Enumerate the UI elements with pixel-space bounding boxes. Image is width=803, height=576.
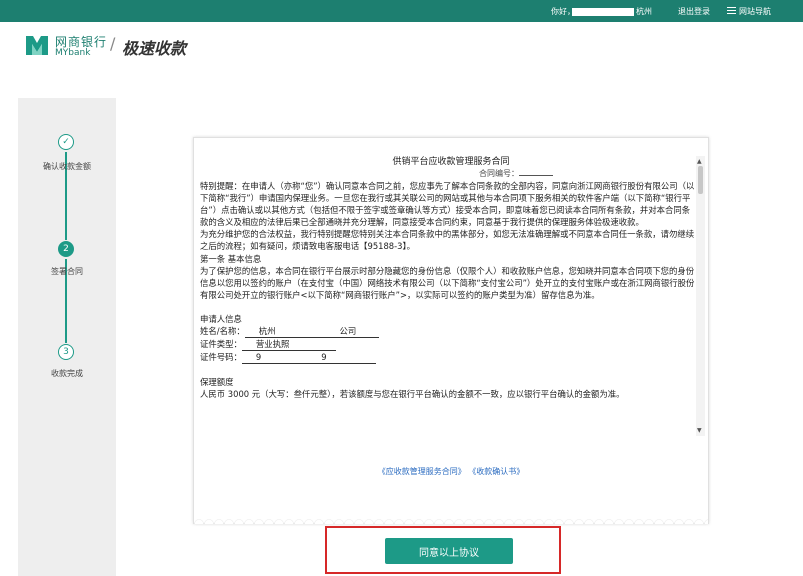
contract-links: 《应收款管理服务合同》 《收款确认书》 <box>194 466 708 477</box>
scroll-up-arrow-icon[interactable]: ▲ <box>697 158 702 165</box>
id-number-text: 9 <box>255 352 262 363</box>
service-contract-link[interactable]: 《应收款管理服务合同》 <box>378 467 466 476</box>
contract-number: 合同编号： <box>479 168 553 179</box>
contract-number-label: 合同编号： <box>479 169 519 178</box>
header-separator: / <box>110 34 116 53</box>
page-header: 网商银行 MYbank / 极速收款 <box>0 22 803 72</box>
paper-edge-decoration <box>194 516 708 524</box>
contract-text-scroll-area[interactable]: 特别提醒：在申请人（亦称“您”）确认同意本合同之前，您应事先了解本合同条款的全部… <box>200 180 696 436</box>
scroll-down-arrow-icon[interactable]: ▼ <box>697 427 702 434</box>
masked-username <box>572 8 634 16</box>
contract-scrollbar[interactable]: ▲ ▼ <box>696 156 705 436</box>
id-number-label: 证件号码： <box>200 352 242 363</box>
contract-paragraph: 第一条 基本信息 <box>200 253 262 264</box>
factoring-heading: 保理额度 <box>200 377 234 388</box>
contract-title: 供销平台应收款管理服务合同 <box>392 157 510 167</box>
page-title: 极速收款 <box>122 39 187 58</box>
id-number-tail: 9 <box>321 352 327 363</box>
applicant-heading: 申请人信息 <box>200 313 242 324</box>
name-suffix: 公司 <box>339 326 357 337</box>
applicant-name-row: 姓名/名称： 杭州 公司 <box>200 325 696 339</box>
contract-paragraph: 特别提醒：在申请人（亦称“您”）确认同意本合同之前，您应事先了解本合同条款的全部… <box>200 181 695 228</box>
contract-number-blank <box>519 168 553 176</box>
id-number-value: 99 <box>241 351 376 365</box>
name-value-text: 杭州 <box>258 326 276 337</box>
name-value: 杭州 公司 <box>244 325 379 339</box>
id-type-value: 营业执照 <box>241 338 336 352</box>
step-2-indicator: 2 <box>58 241 74 257</box>
agree-button[interactable]: 同意以上协议 <box>385 538 513 564</box>
step-1-check-icon: ✓ <box>58 134 74 150</box>
logout-link[interactable]: 退出登录 <box>678 6 710 17</box>
site-nav-link[interactable]: 网站导航 <box>739 6 771 17</box>
step-3-label: 收款完成 <box>51 369 83 378</box>
mybank-logo-icon <box>26 36 48 55</box>
top-bar: 你好， 杭州 退出登录 网站导航 <box>0 0 803 22</box>
step-1-label: 确认收款金额 <box>43 162 91 171</box>
name-label: 姓名/名称： <box>200 326 245 337</box>
hamburger-icon[interactable] <box>727 7 736 15</box>
scrollbar-thumb[interactable] <box>698 166 703 194</box>
logo-english-name: MYbank <box>55 48 91 58</box>
id-type-row: 证件类型： 营业执照 <box>200 338 696 352</box>
id-type-label: 证件类型： <box>200 339 242 350</box>
receipt-confirmation-link[interactable]: 《收款确认书》 <box>468 467 524 476</box>
id-number-row: 证件号码： 9 9 <box>200 351 696 365</box>
contract-paragraph: 为充分维护您的合法权益，我行特别提醒您特别关注本合同条款中的黑体部分，如您无法准… <box>200 229 695 252</box>
factoring-line: 人民币 3000 元（大写：叁仟元整），若该额度与您在银行平台确认的金额不一致，… <box>200 389 625 400</box>
step-3-indicator: 3 <box>58 344 74 360</box>
greeting-tail: 杭州 <box>636 7 652 16</box>
contract-document: 供销平台应收款管理服务合同 合同编号： 特别提醒：在申请人（亦称“您”）确认同意… <box>193 137 709 524</box>
step-2-label: 签署合同 <box>51 267 83 276</box>
progress-stepper: ✓ 确认收款金额 2 签署合同 3 收款完成 <box>18 98 124 576</box>
contract-paragraph: 为了保护您的信息，本合同在银行平台展示时部分隐藏您的身份信息（仅限个人）和收款账… <box>200 265 695 300</box>
